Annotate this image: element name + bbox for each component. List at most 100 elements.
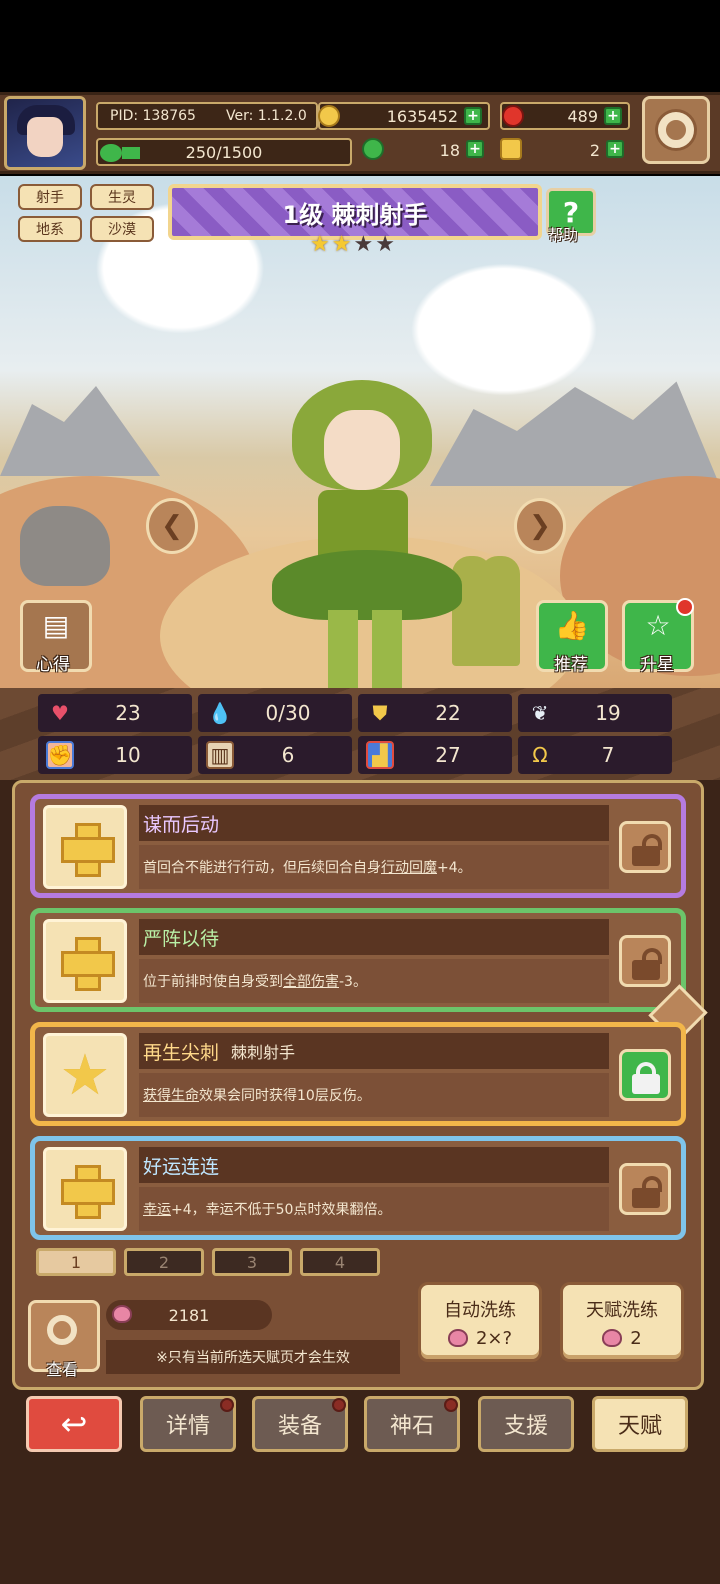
star-filled-icon: ★: [310, 232, 330, 257]
talent-desc-text: 位于前排时使自身受到: [143, 974, 283, 990]
red-gem-icon: [502, 105, 524, 127]
talent-keyword-link[interactable]: 获得生命: [143, 1085, 199, 1105]
talent-slot[interactable]: 严阵以待 位于前排时使自身受到 全部伤害 -3。: [30, 908, 686, 1012]
hero-star-rating: ★ ★ ★ ★: [310, 234, 406, 256]
nav-talent-label: 天赋: [617, 1414, 662, 1439]
tag-element: 地系: [18, 216, 82, 242]
talent-refine-cost-value: 2: [630, 1327, 642, 1349]
star-outline-icon: ☆: [645, 609, 671, 642]
lock-toggle-button[interactable]: [619, 935, 671, 987]
nav-equipment-label: 装备: [277, 1414, 322, 1439]
notification-dot: [332, 1398, 346, 1412]
star-empty-icon: ★: [353, 232, 374, 257]
insights-label: 心得: [36, 655, 70, 675]
notification-dot: [444, 1398, 458, 1412]
nav-godstone-label: 神石: [389, 1414, 434, 1439]
stat-attack-value: 10: [115, 743, 141, 767]
tag-region: 沙漠: [90, 216, 154, 242]
add-gold-icon[interactable]: +: [464, 107, 482, 125]
essence-value: 2181: [168, 1305, 210, 1325]
version-box: Ver: 1.1.2.0: [226, 102, 316, 130]
gold-counter: 1635452 +: [318, 102, 490, 130]
magnifier-icon: [47, 1315, 77, 1345]
help-label: 帮助: [548, 226, 579, 244]
talent-keyword-link[interactable]: 全部伤害: [283, 971, 339, 991]
talent-slot[interactable]: ★ 再生尖刺 棘刺射手 获得生命 效果会同时获得10层反伤。: [30, 1022, 686, 1126]
talent-page-tab-1[interactable]: 1: [36, 1248, 116, 1276]
player-id: PID: 138765: [110, 108, 196, 124]
talent-page-tab-3[interactable]: 3: [212, 1248, 292, 1276]
talent-desc-text: 首回合不能进行行动，但后续回合自身: [143, 860, 381, 876]
mountain: [0, 386, 160, 476]
talent-icon-box: [43, 919, 127, 1003]
talent-description: 获得生命 效果会同时获得10层反伤。: [139, 1073, 609, 1117]
droplet-icon: 💧: [207, 701, 233, 725]
shield-icon: ⛊: [372, 701, 388, 725]
talent-page-tab-4[interactable]: 4: [300, 1248, 380, 1276]
talent-desc-text: 效果会同时获得10层反伤。: [199, 1088, 371, 1104]
tag-class: 射手: [18, 184, 82, 210]
nav-talent[interactable]: 天赋: [592, 1396, 688, 1452]
talent-slot[interactable]: 好运连连 幸运 +4，幸运不低于50点时效果翻倍。: [30, 1136, 686, 1240]
stat-attack: ✊ 10: [38, 736, 192, 774]
star-icon: ★: [59, 1042, 111, 1108]
auto-refine-cost-value: 2×?: [475, 1327, 513, 1349]
talent-icon-box: [43, 805, 127, 889]
return-icon: ↩: [60, 1405, 88, 1443]
talent-desc-text: +4。: [437, 860, 472, 876]
talent-keyword-link[interactable]: 幸运: [143, 1199, 171, 1219]
talent-refine-label: 天赋洗练: [586, 1299, 658, 1321]
stat-defense: ⛊ 22: [358, 694, 512, 732]
talent-page-tab-2[interactable]: 2: [124, 1248, 204, 1276]
talent-source: 棘刺射手: [231, 1043, 296, 1062]
thumbs-up-icon: 👍: [554, 609, 590, 642]
scroll-icon: ▤: [42, 609, 70, 642]
version-label: Ver: 1.1.2.0: [226, 108, 307, 124]
stamina-bar: 250/1500: [96, 138, 352, 166]
add-key-icon[interactable]: +: [606, 140, 624, 158]
stat-magic-value: 6: [281, 743, 295, 767]
next-hero-button[interactable]: ❯: [514, 498, 566, 554]
heart-icon: ♥: [51, 701, 69, 725]
lock-toggle-button[interactable]: [619, 1163, 671, 1215]
settings-button[interactable]: [642, 96, 710, 164]
add-clover-icon[interactable]: +: [466, 140, 484, 158]
upgrade-star-label: 升星: [640, 655, 674, 675]
stat-health-value: 23: [115, 701, 141, 725]
hero-leg: [372, 610, 402, 690]
talent-title-bar: 严阵以待: [139, 919, 609, 955]
gold-value: 1635452: [386, 106, 458, 126]
prev-hero-button[interactable]: ❮: [146, 498, 198, 554]
player-avatar[interactable]: [4, 96, 86, 170]
gold-coin-icon: [318, 105, 340, 127]
lock-toggle-button[interactable]: [619, 821, 671, 873]
lock-toggle-button[interactable]: [619, 1049, 671, 1101]
wing-icon: ❦: [531, 701, 549, 725]
stamina-fill: [122, 147, 140, 159]
talent-refine-button[interactable]: 天赋洗练 2: [560, 1282, 684, 1362]
gem-value: 489: [567, 106, 598, 126]
peach-icon: [447, 1329, 468, 1347]
avatar-face: [27, 117, 63, 157]
cross-icon: [61, 1165, 115, 1219]
add-gem-icon[interactable]: +: [604, 107, 622, 125]
hero-character[interactable]: [262, 360, 472, 690]
talent-description: 位于前排时使自身受到 全部伤害 -3。: [139, 959, 609, 1003]
talent-description: 首回合不能进行行动，但后续回合自身 行动回魔 +4。: [139, 845, 609, 889]
essence-counter: 2181: [106, 1300, 272, 1330]
clover-icon: [362, 138, 384, 160]
talent-keyword-link[interactable]: 行动回魔: [381, 857, 437, 877]
auto-refine-cost: 2×?: [447, 1327, 513, 1349]
talent-slot[interactable]: 谋而后动 首回合不能进行行动，但后续回合自身 行动回魔 +4。: [30, 794, 686, 898]
nav-support[interactable]: 支援: [478, 1396, 574, 1452]
back-button[interactable]: ↩: [26, 1396, 122, 1452]
stat-magic: ▥ 6: [198, 736, 352, 774]
boot-icon: ▟: [366, 741, 394, 769]
tag-race: 生灵: [90, 184, 154, 210]
page-note: ※只有当前所选天赋页才会生效: [106, 1340, 400, 1374]
auto-refine-button[interactable]: 自动洗练 2×?: [418, 1282, 542, 1362]
talent-title: 谋而后动: [143, 813, 220, 836]
clover-value: 18: [439, 140, 460, 160]
nav-support-label: 支援: [503, 1414, 548, 1439]
stamina-value: 250/1500: [185, 142, 263, 162]
